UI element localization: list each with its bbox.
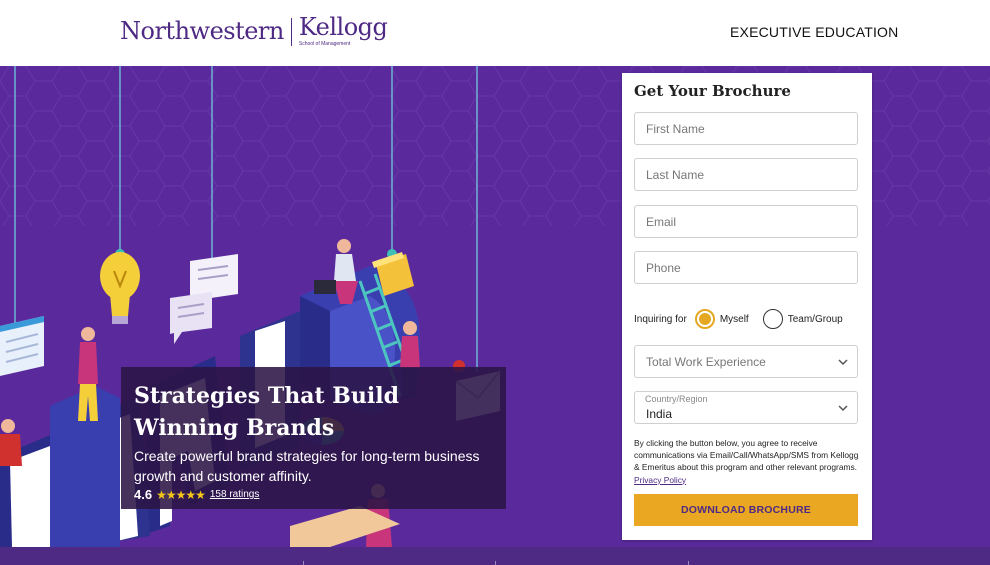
logo-kellogg-text: Kellogg bbox=[298, 13, 388, 41]
phone-input[interactable] bbox=[635, 252, 857, 283]
last-name-input[interactable] bbox=[635, 159, 857, 190]
work-experience-select[interactable]: Total Work Experience bbox=[634, 345, 858, 378]
email-input[interactable] bbox=[635, 206, 857, 237]
first-name-input[interactable] bbox=[635, 113, 857, 144]
hero-caption-box: Strategies That Build Winning Brands Cre… bbox=[121, 367, 506, 509]
chevron-down-icon bbox=[838, 405, 848, 412]
hero-subtitle: Create powerful brand strategies for lon… bbox=[134, 448, 480, 484]
strip-divider bbox=[495, 561, 496, 565]
consent-text-block: By clicking the button below, you agree … bbox=[634, 437, 860, 486]
radio-team-group[interactable]: Team/Group bbox=[762, 309, 843, 329]
last-name-field bbox=[634, 158, 858, 191]
logo-northwestern-text: Northwestern bbox=[120, 17, 284, 45]
work-experience-placeholder: Total Work Experience bbox=[646, 354, 766, 369]
northwestern-kellogg-logo[interactable]: Northwestern Kellogg School of Managemen… bbox=[120, 14, 388, 50]
strip-divider bbox=[688, 561, 689, 565]
logo-divider bbox=[290, 18, 292, 46]
bottom-nav-strip bbox=[0, 547, 990, 565]
ratings-link[interactable]: 158 ratings bbox=[210, 489, 259, 500]
rating-value: 4.6 bbox=[134, 487, 153, 502]
country-region-value: India bbox=[646, 406, 673, 421]
radio-myself-label: Myself bbox=[719, 313, 749, 325]
site-header: Northwestern Kellogg School of Managemen… bbox=[0, 0, 990, 66]
star-rating-icon: ★★★★★ bbox=[156, 487, 206, 502]
first-name-field bbox=[634, 112, 858, 145]
email-field bbox=[634, 205, 858, 238]
logo-school-text: School of Management bbox=[298, 41, 351, 47]
nav-executive-education[interactable]: EXECUTIVE EDUCATION bbox=[730, 24, 898, 40]
phone-field bbox=[634, 251, 858, 284]
strip-divider bbox=[303, 561, 304, 565]
radio-myself[interactable]: Myself bbox=[694, 309, 749, 329]
brochure-form: Get Your Brochure Inquiring for Myself T… bbox=[622, 73, 872, 540]
radio-unselected-icon[interactable] bbox=[762, 309, 783, 329]
hero-title: Strategies That Build Winning Brands bbox=[134, 383, 399, 441]
radio-dot-icon bbox=[698, 313, 711, 325]
hero-rating: 4.6 ★★★★★ 158 ratings bbox=[134, 487, 493, 502]
form-title: Get Your Brochure bbox=[634, 82, 791, 100]
radio-team-label: Team/Group bbox=[787, 313, 843, 325]
download-brochure-button[interactable]: DOWNLOAD BROCHURE bbox=[634, 494, 858, 526]
country-region-label: Country/Region bbox=[645, 394, 708, 404]
country-region-select[interactable]: Country/Region India bbox=[634, 391, 858, 424]
chevron-down-icon bbox=[838, 359, 848, 366]
logo-kellogg-block: Kellogg School of Management bbox=[299, 14, 388, 47]
privacy-policy-link[interactable]: Privacy Policy bbox=[634, 475, 686, 485]
inquiring-for-label: Inquiring for bbox=[634, 313, 687, 325]
dashboard-graphic bbox=[0, 316, 44, 376]
consent-text: By clicking the button below, you agree … bbox=[634, 438, 859, 473]
inquiring-for-group: Inquiring for Myself Team/Group bbox=[634, 308, 858, 330]
radio-selected-icon[interactable] bbox=[694, 309, 715, 329]
